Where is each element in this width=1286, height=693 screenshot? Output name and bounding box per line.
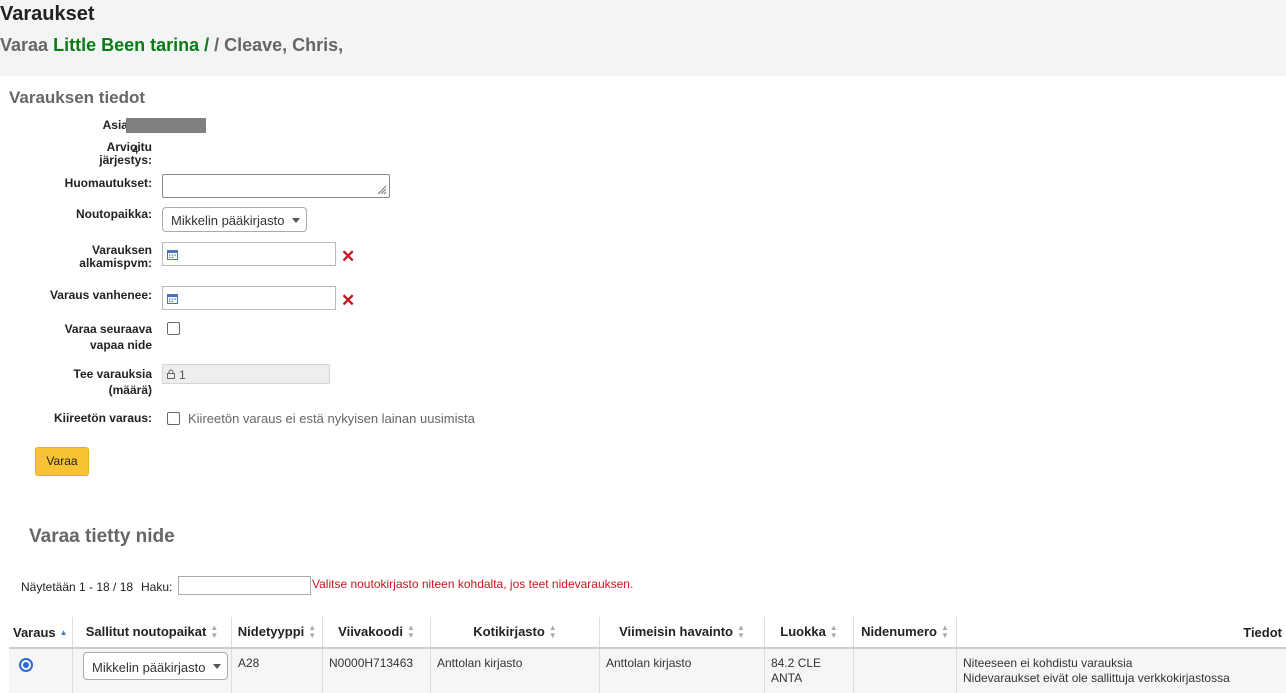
table-search-label: Haku: <box>141 580 172 594</box>
chevron-down-icon <box>292 218 300 223</box>
sort-icon: ▲▼ <box>308 624 316 640</box>
patron-name-redacted <box>126 118 206 133</box>
expiration-date-input[interactable] <box>162 286 336 310</box>
calendar-icon[interactable] <box>167 249 178 260</box>
column-label: Nidenumero <box>861 624 937 639</box>
non-priority-checkbox[interactable] <box>167 412 180 425</box>
non-priority-description: Kiireetön varaus ei estä nykyisen lainan… <box>188 411 475 426</box>
sort-icon: ▲▼ <box>941 624 949 640</box>
column-label: Kotikirjasto <box>473 624 545 639</box>
item-pickup-select[interactable]: Mikkelin pääkirjasto <box>83 652 228 680</box>
column-header-barcode[interactable]: Viivakoodi ▲▼ <box>323 617 431 648</box>
specific-item-title: Varaa tietty nide <box>29 526 175 548</box>
info-cell: Niteeseen ei kohdistu varauksia Nidevara… <box>957 648 1286 693</box>
table-info: Näytetään 1 - 18 / 18 <box>21 580 133 594</box>
pickup-location-value: Mikkelin pääkirjasto <box>171 213 284 228</box>
sort-ascending-icon: ▲ <box>60 629 68 637</box>
next-available-label: Varaa seuraava vapaa nide <box>65 321 152 353</box>
non-priority-label: Kiireetön varaus: <box>54 412 152 425</box>
callnumber-cell: 84.2 CLE ANTA <box>765 648 854 693</box>
pickup-label: Noutopaikka: <box>76 208 152 221</box>
estimated-priority-value: 4 <box>132 143 139 157</box>
notes-textarea[interactable] <box>162 174 390 198</box>
table-search-input[interactable] <box>178 576 311 595</box>
column-header-itemnumber[interactable]: Nidenumero ▲▼ <box>854 617 957 648</box>
sort-icon: ▲▼ <box>830 624 838 640</box>
column-header-last-seen[interactable]: Viimeisin havainto ▲▼ <box>600 617 765 648</box>
subtitle-prefix: Varaa <box>0 35 48 55</box>
book-author: / Cleave, Chris, <box>209 35 343 55</box>
last-seen-cell: Anttolan kirjasto <box>600 648 765 693</box>
column-label: Varaus <box>13 625 56 640</box>
pickup-location-select[interactable]: Mikkelin pääkirjasto <box>162 207 307 232</box>
column-header-home-library[interactable]: Kotikirjasto ▲▼ <box>431 617 600 648</box>
column-header-itemtype[interactable]: Nidetyyppi ▲▼ <box>232 617 323 648</box>
hold-quantity-value: 1 <box>179 368 186 382</box>
chevron-down-icon <box>213 664 221 669</box>
column-header-hold[interactable]: Varaus ▲ <box>9 617 73 648</box>
table-row: Mikkelin pääkirjasto A28 N0000H713463 An… <box>9 648 1286 693</box>
expiration-label: Varaus vanhenee: <box>50 289 152 302</box>
next-available-label-line1: Varaa seuraava <box>65 321 152 337</box>
column-label: Viimeisin havainto <box>619 624 733 639</box>
lock-icon <box>167 369 175 379</box>
estimated-priority-label: Arvioitu järjestys: <box>99 141 152 167</box>
table-header-row: Varaus▲ Sallitut noutopaikat▲▼ Nidetyypp… <box>9 617 1286 648</box>
book-title-link[interactable]: Little Been tarina / <box>53 35 209 55</box>
callnumber-line2: ANTA <box>771 671 847 686</box>
next-available-label-line2: vapaa nide <box>65 337 152 353</box>
notes-label: Huomautukset: <box>65 177 152 190</box>
info-line1: Niteeseen ei kohdistu varauksia <box>963 656 1280 671</box>
start-date-label: Varauksen alkamispvm: <box>79 244 152 270</box>
hold-quantity-label-line1: Tee varauksia <box>74 366 153 382</box>
hold-quantity-label: Tee varauksia (määrä) <box>74 366 153 398</box>
pickup-cell: Mikkelin pääkirjasto <box>73 648 232 693</box>
hold-quantity-label-line2: (määrä) <box>74 382 153 398</box>
calendar-icon[interactable] <box>167 293 178 304</box>
pickup-warning: Valitse noutokirjasto niteen kohdalta, j… <box>312 577 633 591</box>
home-library-cell: Anttolan kirjasto <box>431 648 600 693</box>
column-label: Tiedot <box>1243 625 1282 640</box>
barcode-cell: N0000H713463 <box>323 648 431 693</box>
resize-grip-icon[interactable] <box>377 185 387 195</box>
info-line2: Nidevaraukset eivät ole sallittuja verkk… <box>963 671 1280 686</box>
sort-icon: ▲▼ <box>737 624 745 640</box>
itemtype-cell: A28 <box>232 648 323 693</box>
column-label: Luokka <box>780 624 826 639</box>
start-date-label-line2: alkamispvm: <box>79 257 152 270</box>
estimated-label-line2: järjestys: <box>99 154 152 167</box>
sort-icon: ▲▼ <box>210 624 218 640</box>
page-title: Varaukset <box>0 3 95 26</box>
column-header-info: Tiedot <box>957 617 1286 648</box>
hold-radio-cell <box>9 648 73 693</box>
clear-start-date-icon[interactable]: ✕ <box>341 248 355 265</box>
hold-quantity-input: 1 <box>162 364 330 384</box>
column-label: Sallitut noutopaikat <box>86 624 207 639</box>
item-hold-radio[interactable] <box>19 658 33 672</box>
place-hold-button[interactable]: Varaa <box>35 447 89 476</box>
column-header-pickup[interactable]: Sallitut noutopaikat▲▼ <box>73 617 232 648</box>
column-header-callnumber[interactable]: Luokka ▲▼ <box>765 617 854 648</box>
details-section-title: Varauksen tiedot <box>9 88 145 108</box>
page-subtitle: Varaa Little Been tarina / / Cleave, Chr… <box>0 35 343 56</box>
sort-icon: ▲▼ <box>549 624 557 640</box>
itemnumber-cell <box>854 648 957 693</box>
callnumber-line1: 84.2 CLE <box>771 656 847 671</box>
start-date-input[interactable] <box>162 242 336 266</box>
sort-icon: ▲▼ <box>407 624 415 640</box>
column-label: Viivakoodi <box>338 624 403 639</box>
next-available-checkbox[interactable] <box>167 322 180 335</box>
clear-expiration-date-icon[interactable]: ✕ <box>341 292 355 309</box>
items-table: Varaus▲ Sallitut noutopaikat▲▼ Nidetyypp… <box>9 617 1286 693</box>
column-label: Nidetyyppi <box>238 624 304 639</box>
page-header: Varaukset Varaa Little Been tarina / / C… <box>0 0 1286 76</box>
item-pickup-value: Mikkelin pääkirjasto <box>92 660 205 675</box>
